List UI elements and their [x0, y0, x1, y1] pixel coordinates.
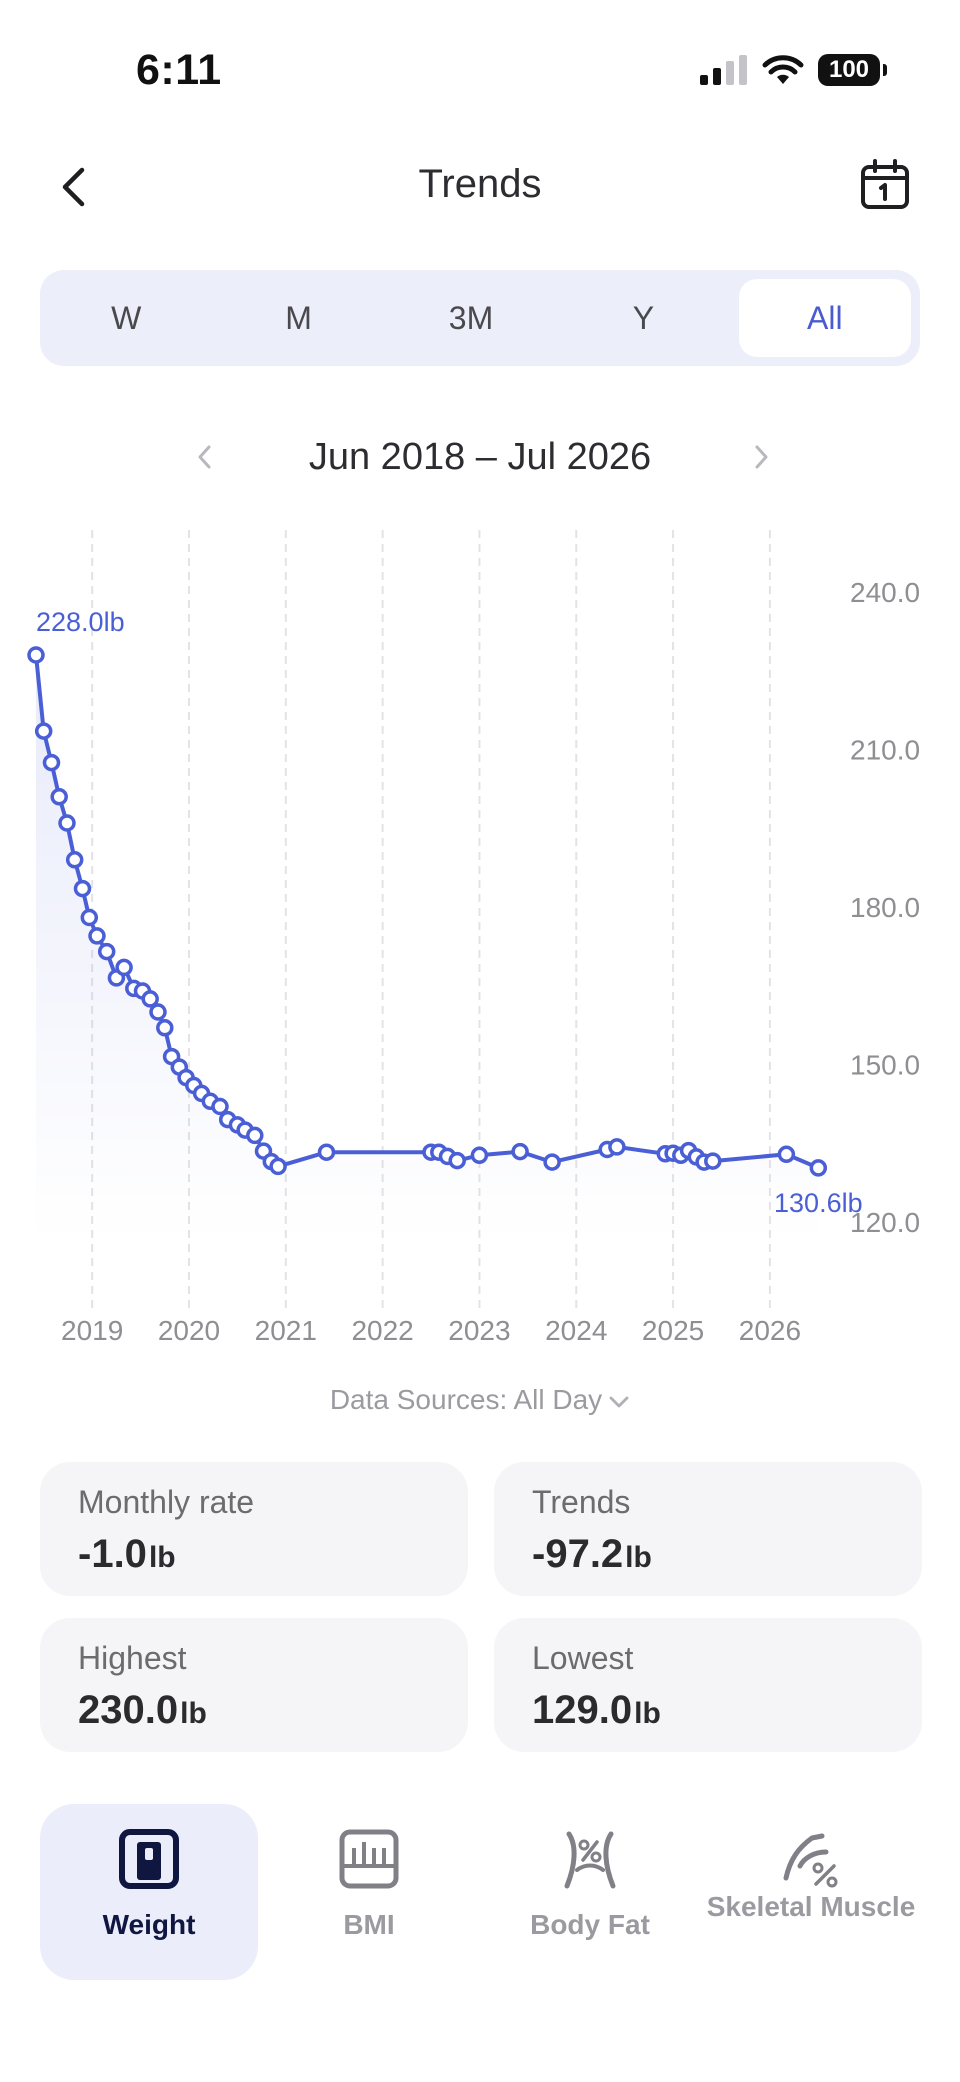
x-tick-label: 2025 [642, 1315, 704, 1346]
tab-body-fat[interactable]: Body Fat [481, 1804, 699, 1980]
battery-level: 100 [828, 56, 870, 83]
segment-month[interactable]: M [212, 270, 384, 366]
stat-unit: lb [180, 1697, 207, 1730]
y-tick-label: 180.0 [850, 892, 920, 923]
tab-bmi[interactable]: BMI [260, 1804, 478, 1980]
data-point [448, 1151, 466, 1170]
tab-skeletal-muscle[interactable]: Skeletal Muscle [702, 1804, 920, 1980]
stat-unit: lb [625, 1541, 652, 1574]
period-segmented-control: W M 3M Y All [40, 270, 920, 366]
stat-unit: lb [634, 1697, 661, 1730]
stat-number: 129.0 [532, 1688, 633, 1732]
status-time: 6:11 [136, 46, 222, 94]
data-point [777, 1145, 796, 1164]
stat-value: -1.0lb [78, 1532, 176, 1577]
battery-icon: 100 [818, 54, 887, 86]
tab-label: Skeletal Muscle [706, 1891, 916, 1922]
stat-label: Monthly rate [78, 1484, 255, 1520]
cellular-signal-icon [700, 55, 747, 85]
data-point [73, 879, 92, 898]
data-point [115, 958, 133, 977]
data-point [34, 722, 53, 740]
wifi-icon [762, 55, 804, 84]
stat-card-lowest: Lowest 129.0lb [494, 1618, 922, 1752]
scale-icon [119, 1829, 179, 1889]
data-point [156, 1019, 174, 1037]
y-tick-label: 150.0 [850, 1050, 920, 1081]
data-point [149, 1003, 167, 1021]
data-point [511, 1142, 529, 1161]
x-tick-label: 2023 [448, 1315, 510, 1346]
stat-label: Trends [532, 1484, 631, 1520]
x-tick-label: 2021 [255, 1315, 317, 1346]
next-range-icon[interactable] [746, 442, 776, 472]
x-tick-label: 2019 [61, 1315, 123, 1346]
status-icons: 100 [700, 50, 887, 90]
data-point [704, 1152, 722, 1170]
data-sources-selector[interactable]: Data Sources: All Day [0, 1384, 960, 1416]
data-point [65, 851, 84, 869]
date-range-navigator: Jun 2018 – Jul 2026 [0, 428, 960, 488]
y-tick-label: 240.0 [850, 577, 920, 608]
x-axis: 2019 2020 2021 2022 2023 2024 2025 2026 [61, 1315, 801, 1346]
data-point [88, 927, 106, 945]
chevron-down-icon [609, 1396, 629, 1408]
tab-label: Body Fat [530, 1909, 650, 1940]
x-tick-label: 2020 [158, 1315, 220, 1346]
x-tick-label: 2026 [739, 1315, 801, 1346]
metric-tabs: Weight BMI Body Fat Skeletal Muscle [40, 1804, 920, 1980]
segment-all[interactable]: All [738, 279, 912, 357]
stat-label: Highest [78, 1640, 187, 1676]
tab-label: Weight [102, 1909, 196, 1940]
stat-unit: lb [148, 1541, 176, 1574]
stat-card-monthly-rate: Monthly rate -1.0lb [40, 1462, 468, 1596]
segment-year[interactable]: Y [557, 270, 729, 366]
date-range-label: Jun 2018 – Jul 2026 [308, 436, 652, 478]
y-tick-label: 210.0 [850, 735, 920, 766]
data-point [42, 753, 61, 772]
skeletal-muscle-icon [783, 1833, 838, 1888]
stat-value: 129.0lb [532, 1688, 661, 1733]
data-point [543, 1153, 561, 1171]
body-fat-icon [564, 1831, 616, 1889]
tab-weight[interactable]: Weight [40, 1804, 258, 1980]
data-point [246, 1126, 264, 1145]
weight-trend-chart[interactable]: 240.0210.0180.0150.0120.0 2019 2020 2021 20… [0, 520, 960, 1360]
stat-number: 230.0 [78, 1688, 179, 1732]
data-point [27, 646, 45, 664]
min-weight-label: 130.6lb [774, 1188, 863, 1218]
data-point [97, 942, 116, 961]
data-sources-label: Data Sources: All Day [329, 1384, 603, 1415]
status-bar: 6:11 100 [0, 0, 960, 140]
data-point [80, 908, 99, 927]
page-title: Trends [418, 162, 542, 206]
segment-3-months[interactable]: 3M [385, 270, 557, 366]
segment-week[interactable]: W [40, 270, 212, 366]
tab-label: BMI [343, 1909, 395, 1940]
calendar-icon[interactable] [856, 156, 914, 214]
data-point [317, 1143, 336, 1161]
x-tick-label: 2024 [545, 1315, 607, 1346]
stat-value: -97.2lb [532, 1532, 652, 1577]
stat-number: -1.0 [78, 1532, 147, 1576]
data-point [50, 788, 68, 806]
stat-card-trends: Trends -97.2lb [494, 1462, 922, 1596]
stat-card-highest: Highest 230.0lb [40, 1618, 468, 1752]
data-point [470, 1146, 489, 1165]
data-point [608, 1138, 626, 1156]
bmi-icon [339, 1829, 399, 1889]
y-axis: 240.0210.0180.0150.0120.0 [850, 577, 920, 1238]
data-point [58, 814, 76, 832]
stat-number: -97.2 [532, 1532, 624, 1576]
data-point [269, 1157, 287, 1176]
stat-label: Lowest [532, 1640, 634, 1676]
nav-bar: Trends [0, 140, 960, 240]
max-weight-label: 228.0lb [36, 607, 125, 637]
stat-value: 230.0lb [78, 1688, 207, 1733]
data-point [809, 1159, 828, 1177]
x-tick-label: 2022 [351, 1315, 413, 1346]
